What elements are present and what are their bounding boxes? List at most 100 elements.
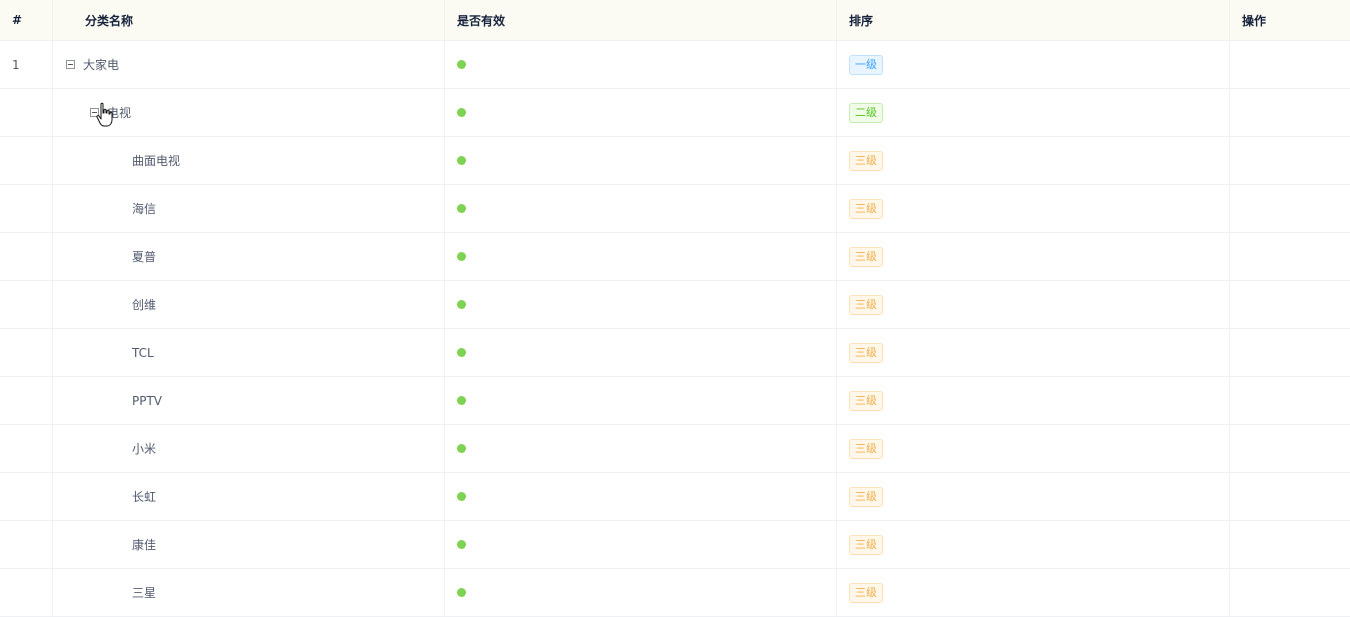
row-index bbox=[0, 137, 53, 184]
valid-dot-icon bbox=[457, 540, 466, 549]
category-table: # 分类名称 是否有效 排序 操作 1 大家电 一级 电视 二级 曲面电视 三级… bbox=[0, 0, 1350, 617]
category-name: 康佳 bbox=[132, 538, 157, 552]
name-cell: 曲面电视 bbox=[53, 137, 445, 184]
action-cell bbox=[1230, 89, 1350, 136]
header-action: 操作 bbox=[1242, 13, 1267, 28]
row-index bbox=[0, 521, 53, 568]
name-cell: PPTV bbox=[53, 377, 445, 424]
row-index bbox=[0, 89, 53, 136]
action-cell bbox=[1230, 233, 1350, 280]
valid-cell bbox=[445, 137, 837, 184]
sort-cell: 三级 bbox=[837, 233, 1230, 280]
valid-cell bbox=[445, 521, 837, 568]
level-tag: 三级 bbox=[849, 582, 883, 603]
table-row[interactable]: 长虹 三级 bbox=[0, 473, 1350, 521]
level-tag: 三级 bbox=[849, 390, 883, 411]
sort-cell: 三级 bbox=[837, 137, 1230, 184]
row-index bbox=[0, 329, 53, 376]
valid-cell bbox=[445, 473, 837, 520]
sort-cell: 三级 bbox=[837, 521, 1230, 568]
valid-dot-icon bbox=[457, 108, 466, 117]
table-row[interactable]: 电视 二级 bbox=[0, 89, 1350, 137]
category-name: 三星 bbox=[132, 586, 157, 600]
valid-cell bbox=[445, 233, 837, 280]
sort-cell: 三级 bbox=[837, 377, 1230, 424]
valid-cell bbox=[445, 89, 837, 136]
table-header: # 分类名称 是否有效 排序 操作 bbox=[0, 0, 1350, 41]
row-index bbox=[0, 473, 53, 520]
sort-cell: 三级 bbox=[837, 473, 1230, 520]
level-tag: 三级 bbox=[849, 438, 883, 459]
table-row[interactable]: 1 大家电 一级 bbox=[0, 41, 1350, 89]
valid-dot-icon bbox=[457, 444, 466, 453]
name-cell: 小米 bbox=[53, 425, 445, 472]
action-cell bbox=[1230, 137, 1350, 184]
level-tag: 三级 bbox=[849, 534, 883, 555]
valid-cell bbox=[445, 377, 837, 424]
table-row[interactable]: 小米 三级 bbox=[0, 425, 1350, 473]
sort-cell: 三级 bbox=[837, 569, 1230, 616]
name-cell: 大家电 bbox=[53, 41, 445, 88]
valid-dot-icon bbox=[457, 300, 466, 309]
sort-cell: 二级 bbox=[837, 89, 1230, 136]
row-index bbox=[0, 281, 53, 328]
action-cell bbox=[1230, 329, 1350, 376]
sort-cell: 一级 bbox=[837, 41, 1230, 88]
valid-dot-icon bbox=[457, 156, 466, 165]
valid-dot-icon bbox=[457, 204, 466, 213]
name-cell: 夏普 bbox=[53, 233, 445, 280]
action-cell bbox=[1230, 521, 1350, 568]
header-sort: 排序 bbox=[837, 0, 1230, 40]
header-index: # bbox=[0, 0, 53, 40]
level-tag: 二级 bbox=[849, 102, 883, 123]
name-cell: 三星 bbox=[53, 569, 445, 616]
category-name: 夏普 bbox=[132, 250, 157, 264]
sort-cell: 三级 bbox=[837, 185, 1230, 232]
sort-cell: 三级 bbox=[837, 329, 1230, 376]
valid-cell bbox=[445, 569, 837, 616]
action-cell bbox=[1230, 281, 1350, 328]
category-name: PPTV bbox=[132, 393, 163, 408]
table-row[interactable]: 三星 三级 bbox=[0, 569, 1350, 617]
table-row[interactable]: 海信 三级 bbox=[0, 185, 1350, 233]
valid-cell bbox=[445, 281, 837, 328]
category-name: 曲面电视 bbox=[132, 154, 181, 168]
valid-dot-icon bbox=[457, 348, 466, 357]
name-cell: 电视 bbox=[53, 89, 445, 136]
row-index bbox=[0, 233, 53, 280]
name-cell: 创维 bbox=[53, 281, 445, 328]
category-name: 大家电 bbox=[83, 58, 120, 72]
category-name: 电视 bbox=[107, 106, 132, 120]
valid-cell bbox=[445, 425, 837, 472]
level-tag: 三级 bbox=[849, 246, 883, 267]
valid-dot-icon bbox=[457, 492, 466, 501]
action-cell bbox=[1230, 473, 1350, 520]
table-row[interactable]: 创维 三级 bbox=[0, 281, 1350, 329]
sort-cell: 三级 bbox=[837, 425, 1230, 472]
valid-cell bbox=[445, 329, 837, 376]
header-name: 分类名称 bbox=[53, 0, 445, 40]
level-tag: 三级 bbox=[849, 294, 883, 315]
table-row[interactable]: PPTV 三级 bbox=[0, 377, 1350, 425]
action-cell bbox=[1230, 185, 1350, 232]
table-row[interactable]: TCL 三级 bbox=[0, 329, 1350, 377]
category-name: TCL bbox=[132, 345, 154, 360]
level-tag: 三级 bbox=[849, 486, 883, 507]
row-index bbox=[0, 569, 53, 616]
valid-dot-icon bbox=[457, 252, 466, 261]
action-cell bbox=[1230, 425, 1350, 472]
row-index: 1 bbox=[0, 41, 53, 88]
header-valid: 是否有效 bbox=[445, 0, 837, 40]
table-row[interactable]: 夏普 三级 bbox=[0, 233, 1350, 281]
name-cell: 康佳 bbox=[53, 521, 445, 568]
table-row[interactable]: 康佳 三级 bbox=[0, 521, 1350, 569]
valid-cell bbox=[445, 41, 837, 88]
collapse-square-icon[interactable] bbox=[66, 60, 75, 69]
table-row[interactable]: 曲面电视 三级 bbox=[0, 137, 1350, 185]
action-cell bbox=[1230, 41, 1350, 88]
valid-dot-icon bbox=[457, 60, 466, 69]
category-name: 小米 bbox=[132, 442, 157, 456]
collapse-square-icon[interactable] bbox=[90, 108, 99, 117]
category-name: 创维 bbox=[132, 298, 157, 312]
level-tag: 三级 bbox=[849, 198, 883, 219]
